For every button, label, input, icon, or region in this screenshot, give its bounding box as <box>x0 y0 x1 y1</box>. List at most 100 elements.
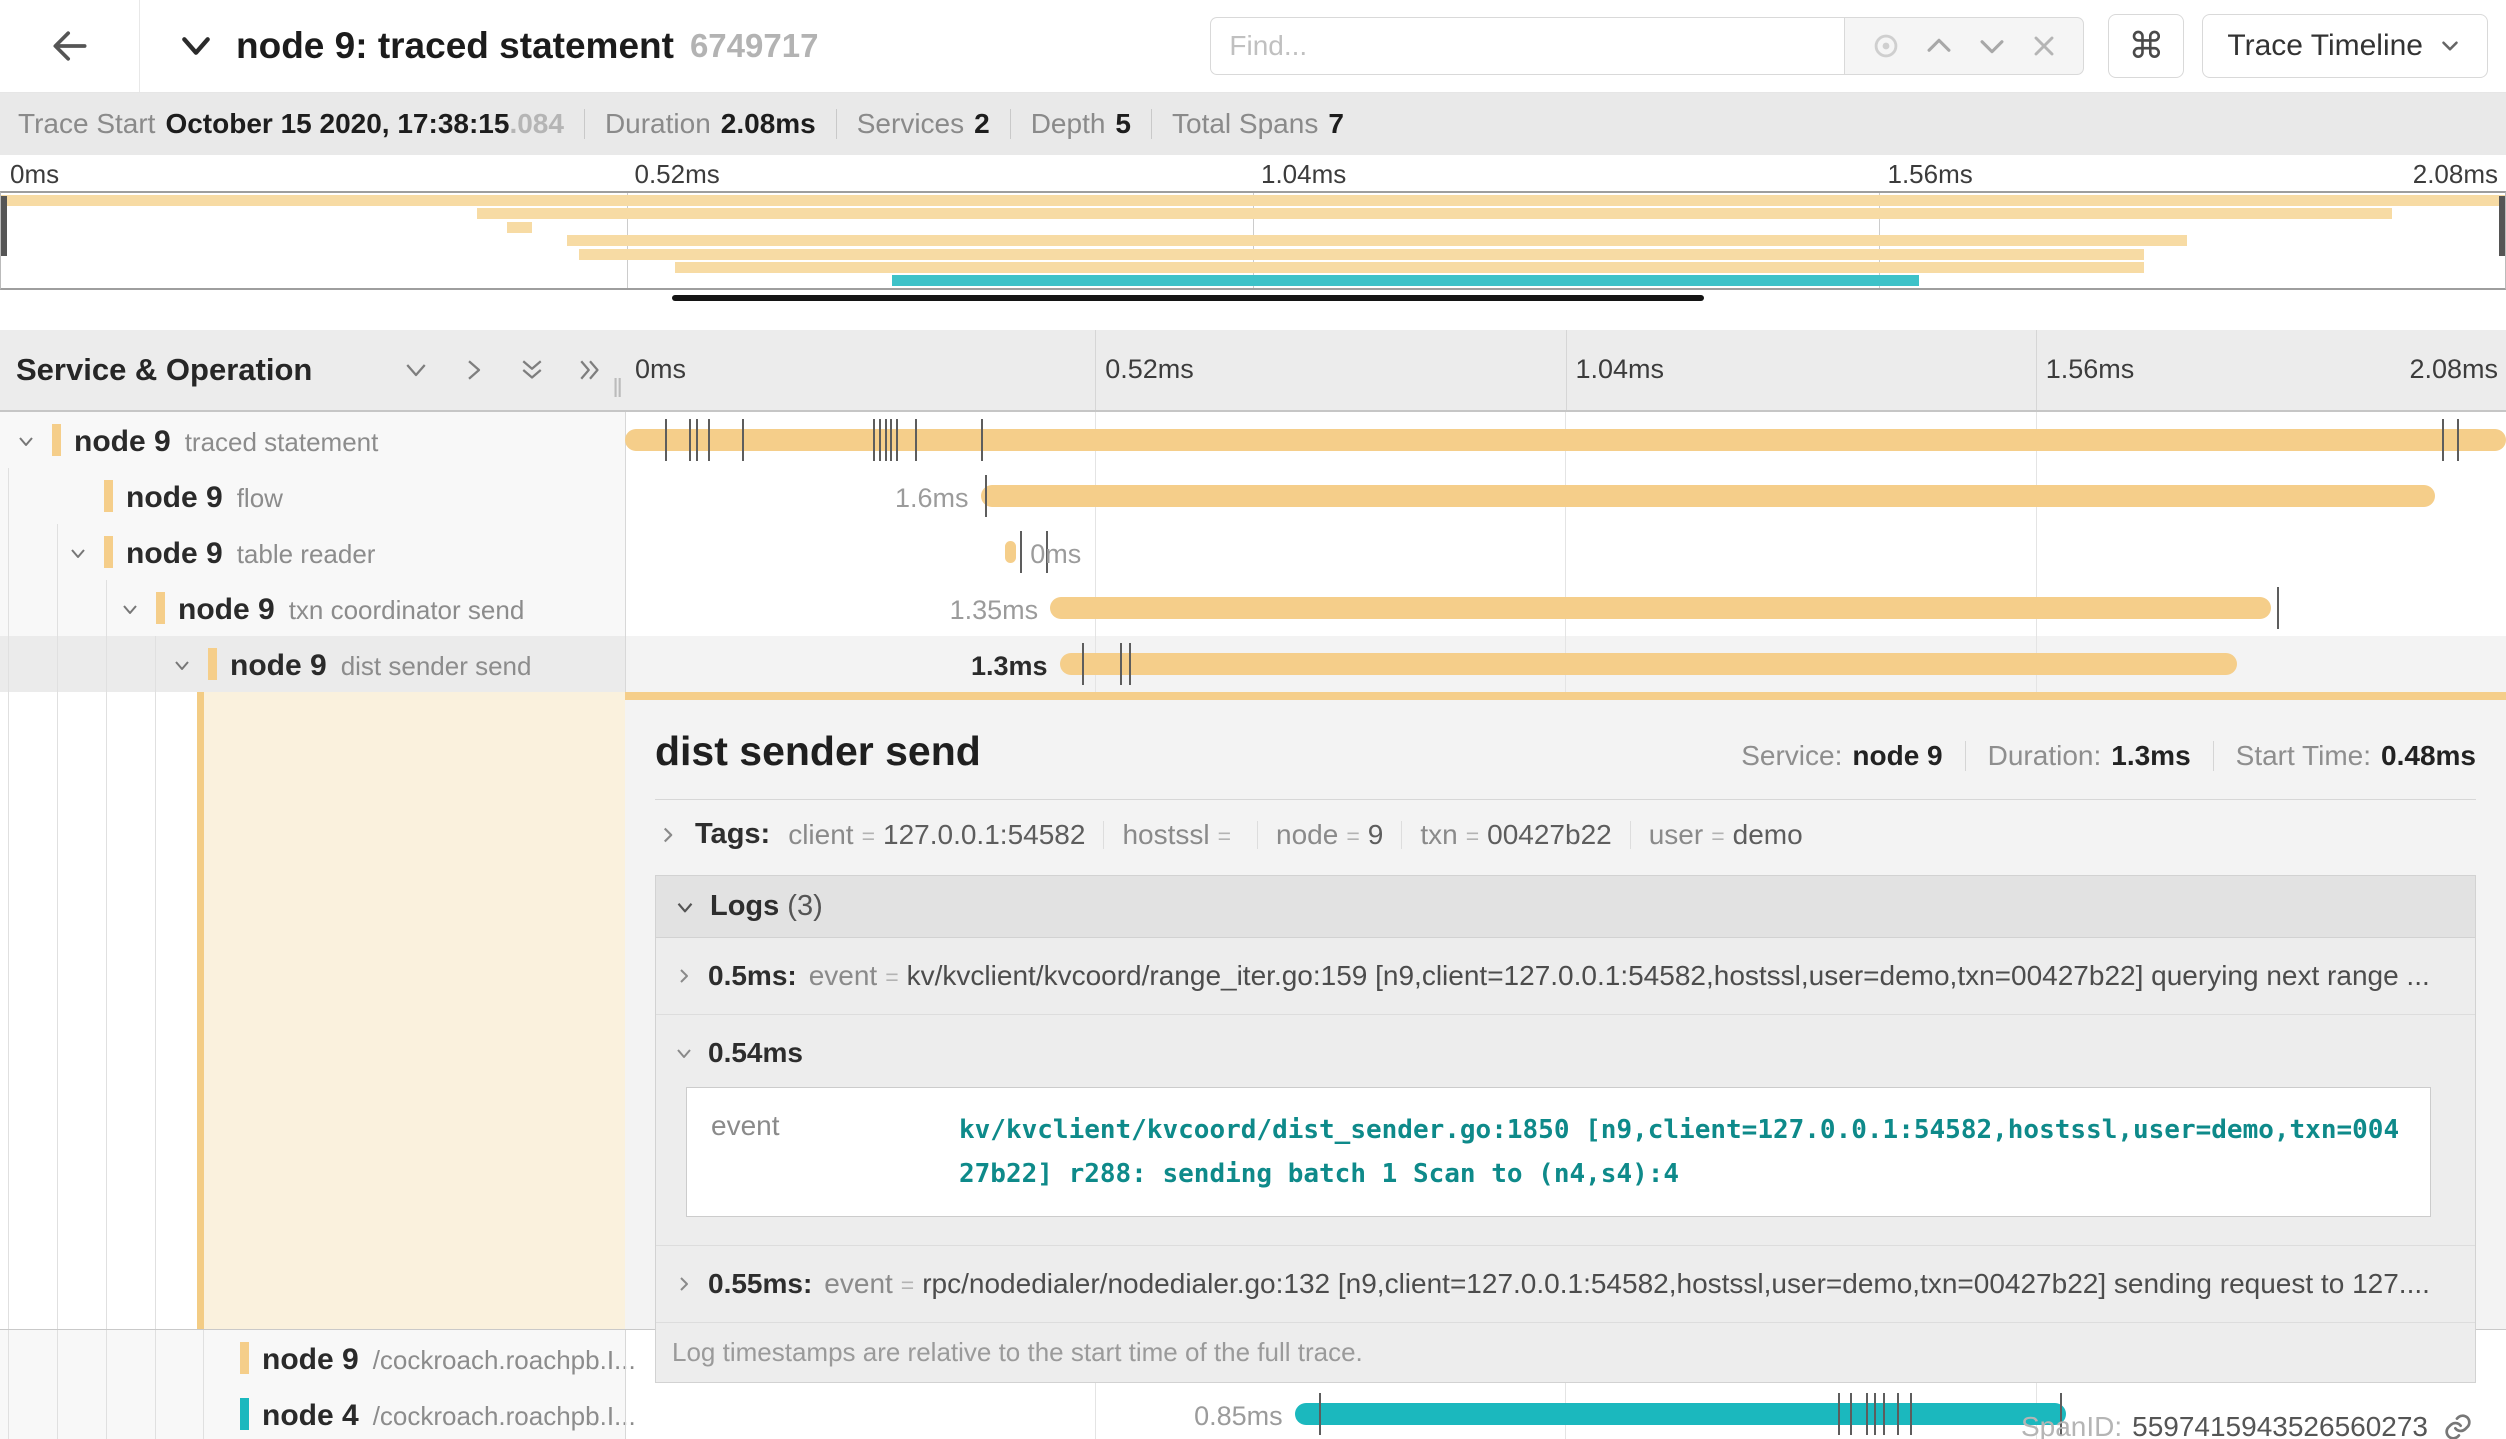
log-marker <box>885 419 887 461</box>
timeline-tick-label: 1.04ms <box>1576 354 1665 385</box>
log-entry-header[interactable]: 0.54ms <box>672 1037 2459 1069</box>
trace-minimap[interactable]: 0ms0.52ms1.04ms1.56ms2.08ms <box>0 155 2506 310</box>
span-name-cell[interactable]: node 4/cockroach.roachpb.I... <box>0 1386 625 1439</box>
tag-key: node <box>1276 819 1338 851</box>
span-service-name: node 4/cockroach.roachpb.I... <box>262 1399 636 1433</box>
log-field-key: event <box>809 960 878 992</box>
find-next-icon[interactable] <box>1975 29 2009 63</box>
minimap-canvas[interactable] <box>0 191 2506 290</box>
tag-separator <box>1257 821 1258 849</box>
link-icon[interactable] <box>2442 1411 2474 1439</box>
log-entry-header[interactable]: 0.5ms:event=kv/kvclient/kvcoord/range_it… <box>672 960 2459 992</box>
span-detail-meta: Service:node 9Duration:1.3msStart Time:0… <box>1741 740 2476 772</box>
log-marker <box>689 419 691 461</box>
row-collapse-chevron-icon[interactable] <box>66 541 90 565</box>
span-operation-name: traced statement <box>185 427 379 457</box>
service-text: node 4 <box>262 1399 359 1432</box>
row-collapse-chevron-icon[interactable] <box>118 597 142 621</box>
span-duration-label: 1.3ms <box>971 651 1048 682</box>
selected-span-indent-column <box>197 692 625 1329</box>
span-name-cell[interactable]: node 9 txn coordinator send <box>0 580 625 636</box>
log-marker <box>742 419 744 461</box>
span-name-cell[interactable]: node 9flow <box>0 468 625 524</box>
tag-value: 127.0.0.1:54582 <box>883 819 1085 851</box>
tag-key: user <box>1649 819 1703 851</box>
log-field-value: rpc/nodedialer/nodedialer.go:132 [n9,cli… <box>922 1268 2430 1300</box>
meta-value: 1.3ms <box>2111 740 2190 772</box>
tags-accordion[interactable]: Tags: client=127.0.0.1:54582hostssl=node… <box>655 818 2476 851</box>
tag-separator <box>1630 821 1631 849</box>
span-color-chip <box>104 480 113 512</box>
span-name-cell[interactable]: node 9dist sender send <box>0 636 625 692</box>
equals-sign: = <box>862 823 875 850</box>
tag-key: client <box>788 819 853 851</box>
log-marker <box>1120 643 1122 685</box>
minimap-span-bar <box>675 262 2145 273</box>
log-timestamp: 0.5ms: <box>708 960 797 992</box>
span-color-chip <box>208 648 217 680</box>
back-button[interactable] <box>0 0 140 92</box>
minimap-tick-labels: 0ms0.52ms1.04ms1.56ms2.08ms <box>0 155 2506 191</box>
span-duration-bar[interactable] <box>1060 653 2238 675</box>
summary-label: Services <box>857 108 964 140</box>
span-duration-label: 0ms <box>1030 539 1081 570</box>
tag-item: node=9 <box>1276 819 1383 851</box>
row-collapse-chevron-icon[interactable] <box>14 429 38 453</box>
minimap-left-scrubber[interactable] <box>1 196 7 256</box>
service-text: node 9 <box>178 593 275 626</box>
span-duration-bar[interactable] <box>1005 541 1016 563</box>
span-operation-name: txn coordinator send <box>289 595 525 625</box>
view-selector-button[interactable]: Trace Timeline <box>2202 14 2488 78</box>
row-collapse-chevron-icon[interactable] <box>170 653 194 677</box>
log-entry-header[interactable]: 0.55ms:event=rpc/nodedialer/nodedialer.g… <box>672 1268 2459 1300</box>
summary-label: Trace Start <box>18 108 155 140</box>
minimap-span-bar <box>1 195 2505 206</box>
chevron-right-icon <box>655 822 681 848</box>
find-clear-icon[interactable] <box>2028 30 2060 62</box>
log-marker <box>1020 531 1022 573</box>
meta-value: 0.48ms <box>2381 740 2476 772</box>
span-color-chip <box>104 536 113 568</box>
span-service-name: node 9table reader <box>126 537 375 571</box>
minimap-right-scrubber[interactable] <box>2499 196 2505 256</box>
column-resizer-handle[interactable]: ‖ <box>612 373 623 404</box>
span-duration-bar[interactable] <box>1050 597 2271 619</box>
equals-sign: = <box>1711 823 1724 850</box>
span-name-cell[interactable]: node 9table reader <box>0 524 625 580</box>
tag-item: client = 127.0.0.1:54582 <box>788 819 1085 851</box>
log-marker <box>890 419 892 461</box>
collapse-one-icon[interactable] <box>401 355 431 385</box>
expand-all-icon[interactable] <box>575 355 605 385</box>
log-marker <box>696 419 698 461</box>
meta-label: Start Time: <box>2236 740 2371 772</box>
find-input[interactable] <box>1210 17 1844 75</box>
keyboard-shortcut-button[interactable]: ⌘ <box>2108 14 2184 78</box>
span-operation-name: flow <box>237 483 283 513</box>
span-detail-panel: dist sender send Service:node 9Duration:… <box>625 692 2506 1329</box>
span-duration-bar[interactable] <box>625 429 2506 451</box>
timeline-scrollbar[interactable] <box>672 295 1704 301</box>
equals-sign: = <box>901 1272 914 1299</box>
log-marker <box>1129 643 1131 685</box>
expand-one-icon[interactable] <box>459 355 489 385</box>
span-duration-bar[interactable] <box>981 485 2435 507</box>
collapse-all-icon[interactable] <box>517 355 547 385</box>
span-track-cell: 1.6ms <box>625 468 2506 524</box>
span-name-cell[interactable]: node 9/cockroach.roachpb.I... <box>0 1330 625 1386</box>
equals-sign: = <box>1346 823 1359 850</box>
trace-id: 6749717 <box>690 27 818 65</box>
minimap-span-bar <box>477 208 2393 219</box>
tag-value: demo <box>1733 819 1803 851</box>
minimap-tick-label: 0ms <box>10 159 59 190</box>
meta-separator <box>2213 741 2214 771</box>
find-prev-icon[interactable] <box>1922 29 1956 63</box>
log-marker <box>981 419 983 461</box>
tag-separator <box>1401 821 1402 849</box>
span-name-cell[interactable]: node 9traced statement <box>0 412 625 468</box>
title-collapse-chevron-icon[interactable] <box>176 26 216 66</box>
log-marker <box>665 419 667 461</box>
logs-header[interactable]: Logs (3) <box>656 876 2475 938</box>
target-icon[interactable] <box>1869 29 1903 63</box>
summary-value-suffix: .084 <box>509 108 564 140</box>
tag-key: hostssl <box>1122 819 1209 851</box>
